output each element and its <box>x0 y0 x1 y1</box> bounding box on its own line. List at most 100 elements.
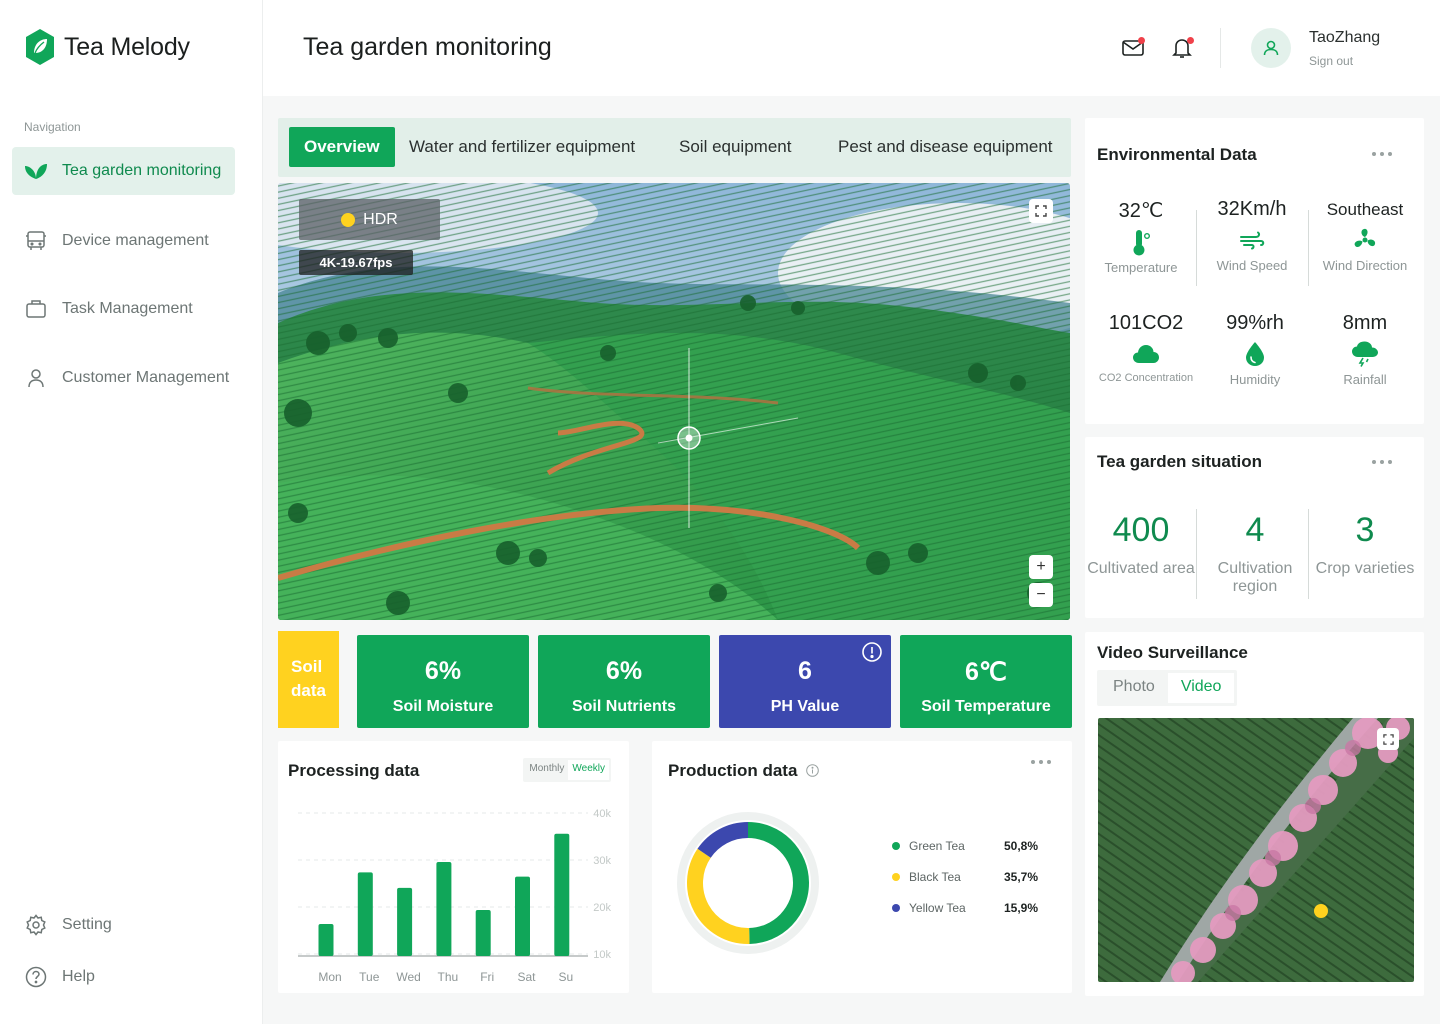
x-tick-label: Mon <box>318 970 341 984</box>
soil-nutrients-card[interactable]: 6% Soil Nutrients <box>538 635 710 728</box>
sidebar-item-setting[interactable]: Setting <box>12 901 235 949</box>
legend-label: Yellow Tea <box>909 901 966 915</box>
zoom-in-button[interactable]: + <box>1029 555 1053 579</box>
stat-label: Crop varieties <box>1315 560 1415 577</box>
more-icon[interactable] <box>1371 459 1393 465</box>
tab-water-fertilizer[interactable]: Water and fertilizer equipment <box>409 127 635 167</box>
tab-video[interactable]: Video <box>1167 673 1235 703</box>
cloud-icon <box>1090 339 1202 369</box>
y-tick-label: 10k <box>593 949 611 961</box>
sidebar-item-device-management[interactable]: Device management <box>12 217 235 265</box>
stat-value: 400 <box>1112 511 1170 549</box>
help-icon <box>24 965 48 989</box>
more-icon[interactable] <box>1030 759 1052 765</box>
notification-button[interactable] <box>1168 34 1196 62</box>
app-name: Tea Melody <box>64 32 190 61</box>
bar[interactable] <box>436 862 452 956</box>
tab-photo[interactable]: Photo <box>1100 673 1168 703</box>
tea-garden-situation-panel: Tea garden situation 400 Cultivated area… <box>1085 437 1424 618</box>
bar[interactable] <box>515 876 530 956</box>
hdr-badge[interactable]: HDR <box>299 199 440 240</box>
bar[interactable] <box>318 924 334 956</box>
sign-out-link[interactable]: Sign out <box>1309 54 1353 68</box>
info-icon[interactable] <box>806 764 819 777</box>
bar[interactable] <box>475 909 491 956</box>
divider <box>1196 509 1197 599</box>
stat-cultivated-area: 400 Cultivated area <box>1085 511 1197 578</box>
fullscreen-button[interactable] <box>1029 199 1053 223</box>
soil-label: Soil Moisture <box>392 698 494 715</box>
sidebar-item-task-management[interactable]: Task Management <box>12 285 235 333</box>
fan-icon <box>1309 225 1421 255</box>
surveillance-video[interactable] <box>1098 718 1414 982</box>
ph-value-card[interactable]: 6 PH Value <box>719 635 891 728</box>
stat-value: 3 <box>1355 511 1375 549</box>
tab-overview[interactable]: Overview <box>289 127 395 167</box>
notification-dot <box>1187 37 1194 44</box>
app-logo[interactable]: Tea Melody <box>24 28 190 66</box>
bar[interactable] <box>554 833 570 956</box>
soil-value: 6% <box>424 657 462 685</box>
env-wind-direction: Southeast Wind Direction <box>1309 198 1421 273</box>
more-icon[interactable] <box>1371 151 1393 157</box>
tab-pest-disease[interactable]: Pest and disease equipment <box>838 127 1053 167</box>
bar[interactable] <box>397 887 413 956</box>
video-surveillance-panel: Video Surveillance Photo Video <box>1085 632 1424 996</box>
mail-button[interactable] <box>1119 34 1147 62</box>
legend-value: 15,9% <box>1004 901 1039 915</box>
expand-icon <box>1382 733 1394 745</box>
soil-value: 6℃ <box>965 658 1007 686</box>
production-data-panel: Production data Green Tea 50,8% Black Te… <box>652 741 1072 993</box>
status-dot <box>341 212 356 227</box>
y-tick-label: 30k <box>593 855 611 867</box>
tab-soil-equipment[interactable]: Soil equipment <box>679 127 791 167</box>
aerial-tea-field-image <box>1098 718 1414 982</box>
env-co2: 101CO2 CO2 Concentration <box>1090 312 1202 385</box>
user-icon <box>24 366 48 390</box>
sidebar: Tea Melody Navigation Tea garden monitor… <box>0 0 263 1024</box>
sidebar-item-help[interactable]: Help <box>12 953 235 1001</box>
bar[interactable] <box>357 872 373 956</box>
sidebar-item-label: Tea garden monitoring <box>62 162 222 179</box>
y-tick-label: 20k <box>593 902 611 914</box>
soil-data-label: Soil data <box>278 631 339 728</box>
production-donut-chart <box>677 812 819 954</box>
x-tick-label: Wed <box>396 970 420 984</box>
zoom-out-button[interactable]: − <box>1029 583 1053 607</box>
x-tick-label: Fri <box>480 970 494 984</box>
bus-icon <box>24 229 48 253</box>
sidebar-item-customer-management[interactable]: Customer Management <box>12 354 235 402</box>
gear-icon <box>24 913 48 937</box>
donut-slice[interactable] <box>697 822 749 859</box>
y-tick-label: 40k <box>593 808 611 820</box>
donut-slice[interactable] <box>687 848 750 944</box>
avatar[interactable] <box>1251 28 1291 68</box>
sidebar-item-label: Setting <box>62 916 112 933</box>
x-tick-label: Tue <box>359 970 380 984</box>
x-tick-label: Su <box>558 970 573 984</box>
sidebar-item-label: Customer Management <box>62 369 230 386</box>
env-rainfall: 8mm Rainfall <box>1309 312 1421 387</box>
sidebar-item-tea-garden-monitoring[interactable]: Tea garden monitoring <box>12 147 235 195</box>
panel-title: Production data <box>668 761 798 780</box>
panel-title: Video Surveillance <box>1097 643 1248 662</box>
sidebar-item-label: Device management <box>62 232 209 249</box>
soil-value: 6 <box>798 657 812 685</box>
donut-slice[interactable] <box>747 822 809 944</box>
sidebar-item-label: Task Management <box>62 300 193 317</box>
stat-cultivation-region: 4 Cultivation region <box>1199 511 1311 596</box>
env-label: Humidity <box>1229 372 1281 387</box>
camera-feed[interactable]: HDR 4K-19.67fps + − <box>278 183 1070 620</box>
stat-label: Cultivated area <box>1087 560 1195 577</box>
soil-label-line: data <box>291 681 326 700</box>
nav-caption: Navigation <box>24 120 81 134</box>
wind-icon <box>1196 225 1308 255</box>
briefcase-icon <box>24 297 48 321</box>
soil-temperature-card[interactable]: 6℃ Soil Temperature <box>900 635 1072 728</box>
video-fullscreen-button[interactable] <box>1377 728 1399 750</box>
soil-moisture-card[interactable]: 6% Soil Moisture <box>357 635 529 728</box>
environmental-data-panel: Environmental Data 32℃ Temperature 32Km/… <box>1085 118 1424 424</box>
legend-value: 50,8% <box>1004 839 1039 853</box>
notification-dot <box>1138 37 1145 44</box>
resolution-badge: 4K-19.67fps <box>299 250 413 275</box>
